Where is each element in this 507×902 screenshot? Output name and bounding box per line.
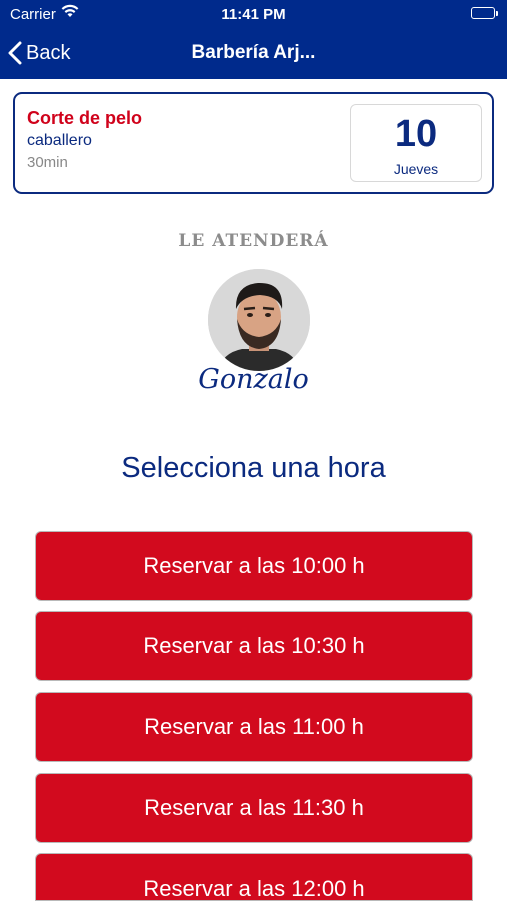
service-name: Corte de pelo	[27, 108, 143, 128]
service-duration: 30min	[27, 154, 68, 171]
service-card: Corte de pelo caballero 30min 10 Jueves	[13, 92, 494, 194]
status-bar: Carrier 11:41 PM	[0, 0, 507, 30]
date-number: 10	[394, 113, 438, 155]
attendant-label: LE ATENDERÁ	[178, 231, 329, 251]
date-box: 10 Jueves	[350, 104, 482, 182]
page-title: Barbería Arj...	[191, 42, 316, 63]
time-slot-button[interactable]: Reservar a las 11:30 h	[36, 774, 472, 842]
time-slot-button[interactable]: Reservar a las 10:00 h	[36, 532, 472, 600]
navigation-bar: Back Barbería Arj...	[0, 30, 507, 79]
barber-name: Gonzalo	[198, 364, 309, 395]
time-slot-button[interactable]: Reservar a las 11:00 h	[36, 693, 472, 761]
time-slot-button[interactable]: Reservar a las 10:30 h	[36, 612, 472, 680]
service-subtitle: caballero	[27, 132, 92, 149]
barber-avatar	[208, 269, 310, 371]
select-time-title: Selecciona una hora	[121, 452, 386, 484]
battery-icon	[471, 7, 498, 19]
time-slot-button[interactable]: Reservar a las 12:00 h	[36, 854, 472, 901]
status-time: 11:41 PM	[221, 6, 286, 23]
date-day: Jueves	[393, 161, 439, 177]
top-bar: Carrier 11:41 PM Back Barbería Arj...	[0, 0, 507, 79]
